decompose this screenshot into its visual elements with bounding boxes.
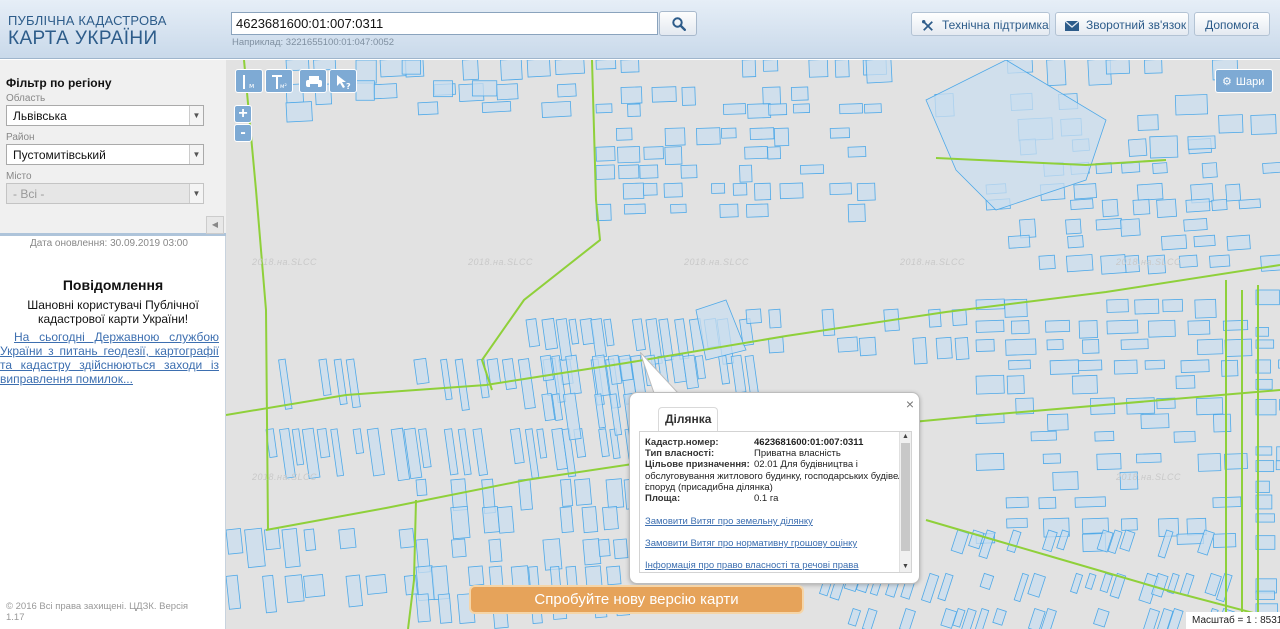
region-select[interactable]: Львівська ▼	[6, 105, 204, 126]
district-value: Пустомитівський	[13, 148, 106, 162]
scroll-down-icon[interactable]: ▼	[900, 562, 911, 572]
district-label: Район	[6, 132, 35, 143]
area-ruler-icon: м²	[272, 75, 288, 90]
feedback-label: Зворотний зв'язок	[1086, 18, 1187, 32]
watermark: 2018.на.SLCC	[468, 257, 533, 267]
feedback-button[interactable]: Зворотний зв'язок	[1055, 12, 1189, 36]
link-valuation[interactable]: Замовити Витяг про нормативну грошову оц…	[645, 538, 857, 549]
measure-distance-button[interactable]: м	[235, 69, 263, 93]
watermark: 2018.на.SLCC	[900, 257, 965, 267]
identify-button[interactable]: ?	[329, 69, 357, 93]
watermark: 2018.на.SLCC	[1116, 257, 1181, 267]
header: ПУБЛІЧНА КАДАСТРОВА КАРТА УКРАЇНИ Наприк…	[0, 0, 1280, 59]
ownership-key: Тип власності:	[645, 448, 715, 459]
ownership-value: Приватна власність	[754, 448, 841, 459]
collapse-sidebar-button[interactable]: ◀	[206, 216, 224, 234]
scroll-thumb[interactable]	[901, 443, 910, 551]
popup-scrollbar[interactable]: ▲ ▼	[899, 432, 911, 572]
layers-label: Шари	[1235, 76, 1265, 88]
region-label: Область	[6, 93, 46, 104]
purpose-key: Цільове призначення:	[645, 459, 750, 470]
watermark: 2018.на.SLCC	[1116, 472, 1181, 482]
purpose-row: Цільове призначення: 02.01 Для будівницт…	[645, 459, 905, 470]
printer-icon	[306, 76, 322, 88]
area-row: Площа: 0.1 га	[645, 493, 905, 504]
cursor-question-icon: ?	[337, 75, 351, 90]
watermark: 2018.на.SLCC	[252, 472, 317, 482]
notice-title: Повідомлення	[62, 277, 164, 293]
parcel-popup: × Ділянка Кадастр.номер: 4623681600:01:0…	[629, 392, 920, 584]
ownership-row: Тип власності: Приватна власність	[645, 448, 905, 459]
cadastral-value: 4623681600:01:007:0311	[754, 437, 864, 448]
link-rights[interactable]: Інформація про право власності та речові…	[645, 560, 859, 571]
notice-greeting: Шановні користувачі Публічної кадастрово…	[27, 298, 199, 326]
search-icon	[672, 17, 686, 31]
support-label: Технічна підтримка	[942, 18, 1049, 32]
search-hint: Наприклад: 3221655100:01:047:0052	[232, 37, 395, 48]
filter-title: Фільтр по регіону	[6, 76, 112, 90]
region-value: Львівська	[13, 109, 67, 123]
cadastral-row: Кадастр.номер: 4623681600:01:007:0311	[645, 437, 905, 448]
gear-icon: ⚙	[1222, 76, 1232, 88]
zoom-out-button[interactable]: -	[234, 124, 252, 142]
envelope-icon	[1064, 20, 1080, 31]
tools-icon	[922, 19, 933, 31]
new-version-button[interactable]: Спробуйте нову версію карти	[469, 585, 804, 614]
scale-indicator: Масштаб = 1 : 8531	[1186, 612, 1280, 629]
popup-body: Кадастр.номер: 4623681600:01:007:0311 Ти…	[639, 431, 912, 573]
notice-link[interactable]: На сьогодні Державною службою України з …	[0, 330, 219, 386]
search-button[interactable]	[659, 11, 697, 36]
city-label: Місто	[6, 171, 32, 182]
logo[interactable]: ПУБЛІЧНА КАДАСТРОВА КАРТА УКРАЇНИ	[8, 14, 167, 48]
sidebar: Фільтр по регіону Область Львівська ▼ Ра…	[0, 60, 226, 629]
zoom-in-button[interactable]: +	[234, 105, 252, 123]
purpose-value-3: споруд (присадибна ділянка)	[645, 482, 773, 493]
city-select[interactable]: - Всі - ▼	[6, 183, 204, 204]
chevron-down-icon: ▼	[189, 145, 203, 164]
link-extract[interactable]: Замовити Витяг про земельну ділянку	[645, 516, 813, 527]
svg-text:м²: м²	[280, 83, 288, 90]
chevron-down-icon: ▼	[189, 184, 203, 203]
ruler-icon: м	[243, 75, 254, 90]
logo-line1: ПУБЛІЧНА КАДАСТРОВА	[8, 13, 167, 28]
close-icon[interactable]: ×	[906, 396, 914, 412]
chevron-left-icon: ◀	[211, 220, 219, 229]
logo-line2: КАРТА УКРАЇНИ	[8, 28, 158, 49]
chevron-down-icon: ▼	[189, 106, 203, 125]
update-date: Дата оновлення: 30.09.2019 03:00	[30, 238, 188, 249]
svg-text:?: ?	[346, 82, 351, 90]
district-select[interactable]: Пустомитівський ▼	[6, 144, 204, 165]
scroll-up-icon[interactable]: ▲	[900, 432, 911, 442]
region-filter-panel: Фільтр по регіону Область Львівська ▼ Ра…	[0, 60, 226, 236]
help-label: Допомога	[1205, 18, 1259, 32]
purpose-value-1: 02.01 Для будівництва і	[754, 459, 858, 470]
measure-area-button[interactable]: м²	[265, 69, 293, 93]
watermark: 2018.на.SLCC	[252, 257, 317, 267]
help-button[interactable]: Допомога	[1194, 12, 1270, 36]
watermark: 2018.на.SLCC	[684, 257, 749, 267]
map-canvas[interactable]: 2018.на.SLCC 2018.на.SLCC 2018.на.SLCC 2…	[226, 60, 1280, 629]
tab-parcel[interactable]: Ділянка	[658, 407, 719, 431]
svg-text:м: м	[249, 82, 254, 90]
city-value: - Всі -	[13, 187, 45, 201]
layers-button[interactable]: ⚙ Шари	[1215, 69, 1273, 93]
area-key: Площа:	[645, 493, 681, 504]
area-value: 0.1 га	[754, 493, 779, 504]
print-button[interactable]	[299, 69, 327, 93]
copyright: © 2016 Всі права захищені. ЦДЗК. Версія …	[6, 601, 189, 623]
cadastral-key: Кадастр.номер:	[645, 437, 719, 448]
search-input[interactable]	[231, 12, 658, 35]
support-button[interactable]: Технічна підтримка	[911, 12, 1050, 36]
